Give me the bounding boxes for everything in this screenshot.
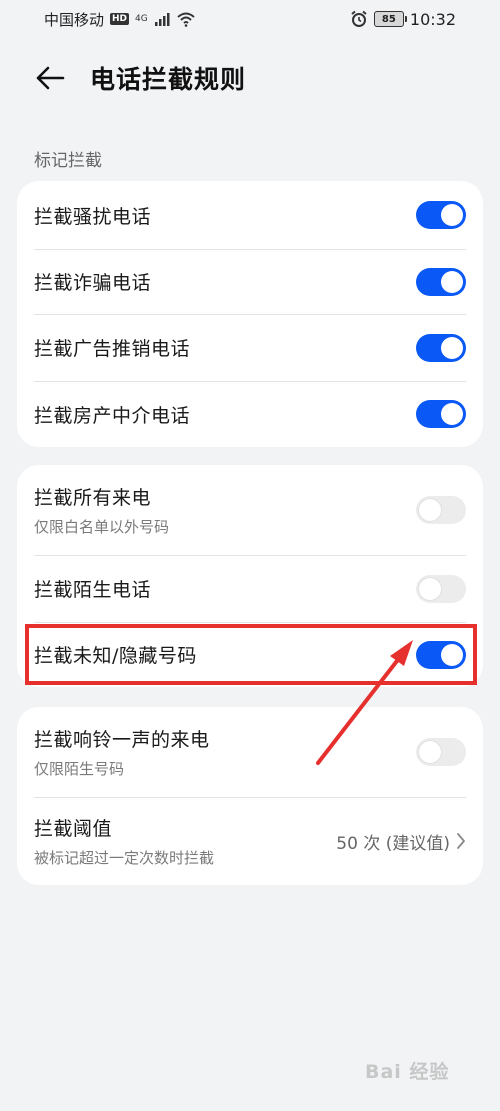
toggle-switch[interactable]: [416, 574, 466, 603]
signal-icon: [154, 13, 170, 26]
chevron-right-icon: [457, 833, 465, 849]
list-item[interactable]: 拦截响铃一声的来电 仅限陌生号码: [17, 707, 483, 797]
battery-level: 85: [381, 13, 396, 25]
row-title: 拦截陌生电话: [34, 579, 152, 601]
toggle-switch[interactable]: [416, 333, 466, 362]
row-title: 拦截响铃一声的来电: [34, 729, 210, 751]
alarm-icon: [351, 10, 367, 27]
row-title: 拦截骚扰电话: [34, 205, 152, 228]
threshold-value[interactable]: 50 次 (建议值): [336, 829, 466, 854]
row-subtitle: 仅限陌生号码: [34, 760, 125, 778]
back-arrow-icon: [36, 66, 65, 90]
row-subtitle: 被标记超过一定次数时拦截: [34, 849, 215, 867]
network-type: 4G: [135, 14, 148, 24]
status-bar: 中国移动 HD 4G 85 10:32: [0, 0, 500, 38]
list-item[interactable]: 拦截所有来电 仅限白名单以外号码: [17, 465, 483, 555]
status-right: 85 10:32: [350, 10, 456, 29]
toggle-knob: [441, 336, 463, 359]
watermark: Bai 经验: [365, 1061, 450, 1083]
status-left: 中国移动 HD 4G: [44, 9, 196, 30]
list-item[interactable]: 拦截广告推销电话: [17, 314, 483, 381]
section-label: 标记拦截: [34, 151, 102, 171]
toggle-knob: [441, 204, 463, 226]
list-item[interactable]: 拦截骚扰电话: [17, 181, 483, 249]
list-item[interactable]: 拦截房产中介电话: [17, 381, 483, 447]
row-title: 拦截诈骗电话: [34, 272, 152, 294]
row-value: 50 次 (建议值): [336, 833, 450, 854]
battery-icon: 85: [373, 11, 407, 27]
header: 电话拦截规则: [0, 48, 500, 108]
hd-badge: HD: [110, 13, 130, 25]
row-subtitle: 仅限白名单以外号码: [34, 518, 170, 536]
toggle-switch[interactable]: [416, 267, 466, 296]
card-marked-block: 拦截骚扰电话 拦截诈骗电话 拦截广告推销电话 拦截房产中介电话: [17, 181, 483, 447]
carrier-name: 中国移动: [44, 10, 105, 29]
highlight-box: [25, 624, 477, 685]
row-title: 拦截房产中介电话: [34, 404, 191, 427]
toggle-knob: [419, 741, 441, 763]
card-other-block: 拦截响铃一声的来电 仅限陌生号码 拦截阈值 被标记超过一定次数时拦截 50 次 …: [17, 707, 483, 885]
toggle-knob: [419, 577, 441, 600]
toggle-switch[interactable]: [416, 738, 466, 766]
page-title: 电话拦截规则: [90, 65, 247, 94]
row-title: 拦截阈值: [34, 818, 113, 840]
wifi-icon: [177, 12, 195, 27]
list-item[interactable]: 拦截陌生电话: [17, 555, 483, 622]
toggle-switch[interactable]: [416, 201, 466, 229]
toggle-knob: [441, 403, 463, 425]
toggle-switch[interactable]: [416, 400, 466, 428]
clock: 10:32: [409, 9, 456, 29]
toggle-knob: [441, 270, 463, 293]
back-button[interactable]: [32, 60, 68, 96]
list-item[interactable]: 拦截阈值 被标记超过一定次数时拦截 50 次 (建议值): [17, 797, 483, 885]
toggle-switch[interactable]: [416, 496, 466, 524]
row-title: 拦截广告推销电话: [34, 338, 191, 360]
row-title: 拦截所有来电: [34, 487, 152, 509]
list-item[interactable]: 拦截诈骗电话: [17, 249, 483, 314]
toggle-knob: [419, 499, 441, 521]
